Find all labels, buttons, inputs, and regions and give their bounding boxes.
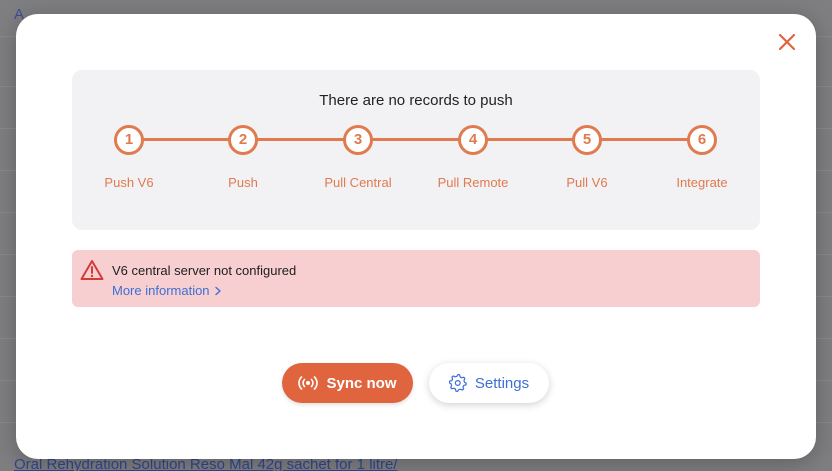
- error-alert: V6 central server not configured More in…: [72, 250, 760, 307]
- step-number: 6: [687, 125, 717, 155]
- alert-title: V6 central server not configured: [112, 263, 297, 278]
- step-pull-central: 3 Pull Central: [298, 125, 418, 190]
- chevron-right-icon: [214, 286, 221, 295]
- settings-button[interactable]: Settings: [429, 363, 549, 403]
- radio-waves-icon: [298, 376, 319, 390]
- warning-triangle-icon: [80, 260, 104, 280]
- settings-label: Settings: [474, 374, 530, 392]
- step-label: Pull Remote: [437, 175, 509, 190]
- step-label: Pull V6: [566, 175, 608, 190]
- step-label: Push V6: [104, 175, 154, 190]
- close-button[interactable]: [776, 31, 798, 53]
- step-push-v6: 1 Push V6: [69, 125, 189, 190]
- gear-icon: [448, 374, 467, 392]
- sync-status-message: There are no records to push: [319, 92, 513, 109]
- close-icon: [778, 33, 796, 51]
- step-number: 1: [114, 125, 144, 155]
- sync-modal: There are no records to push 1 Push V6 2…: [16, 14, 816, 459]
- step-number: 5: [572, 125, 602, 155]
- sync-now-label: Sync now: [326, 374, 397, 392]
- more-information-label: More information: [112, 283, 210, 298]
- step-number: 2: [228, 125, 258, 155]
- step-label: Push: [228, 175, 258, 190]
- sync-now-button[interactable]: Sync now: [282, 363, 413, 403]
- step-label: Integrate: [676, 175, 728, 190]
- step-number: 3: [343, 125, 373, 155]
- sync-progress-panel: There are no records to push 1 Push V6 2…: [72, 70, 760, 230]
- step-number: 4: [458, 125, 488, 155]
- step-push: 2 Push: [183, 125, 303, 190]
- step-integrate: 6 Integrate: [642, 125, 762, 190]
- more-information-link[interactable]: More information: [112, 283, 222, 298]
- step-pull-remote: 4 Pull Remote: [413, 125, 533, 190]
- step-pull-v6: 5 Pull V6: [527, 125, 647, 190]
- step-label: Pull Central: [324, 175, 392, 190]
